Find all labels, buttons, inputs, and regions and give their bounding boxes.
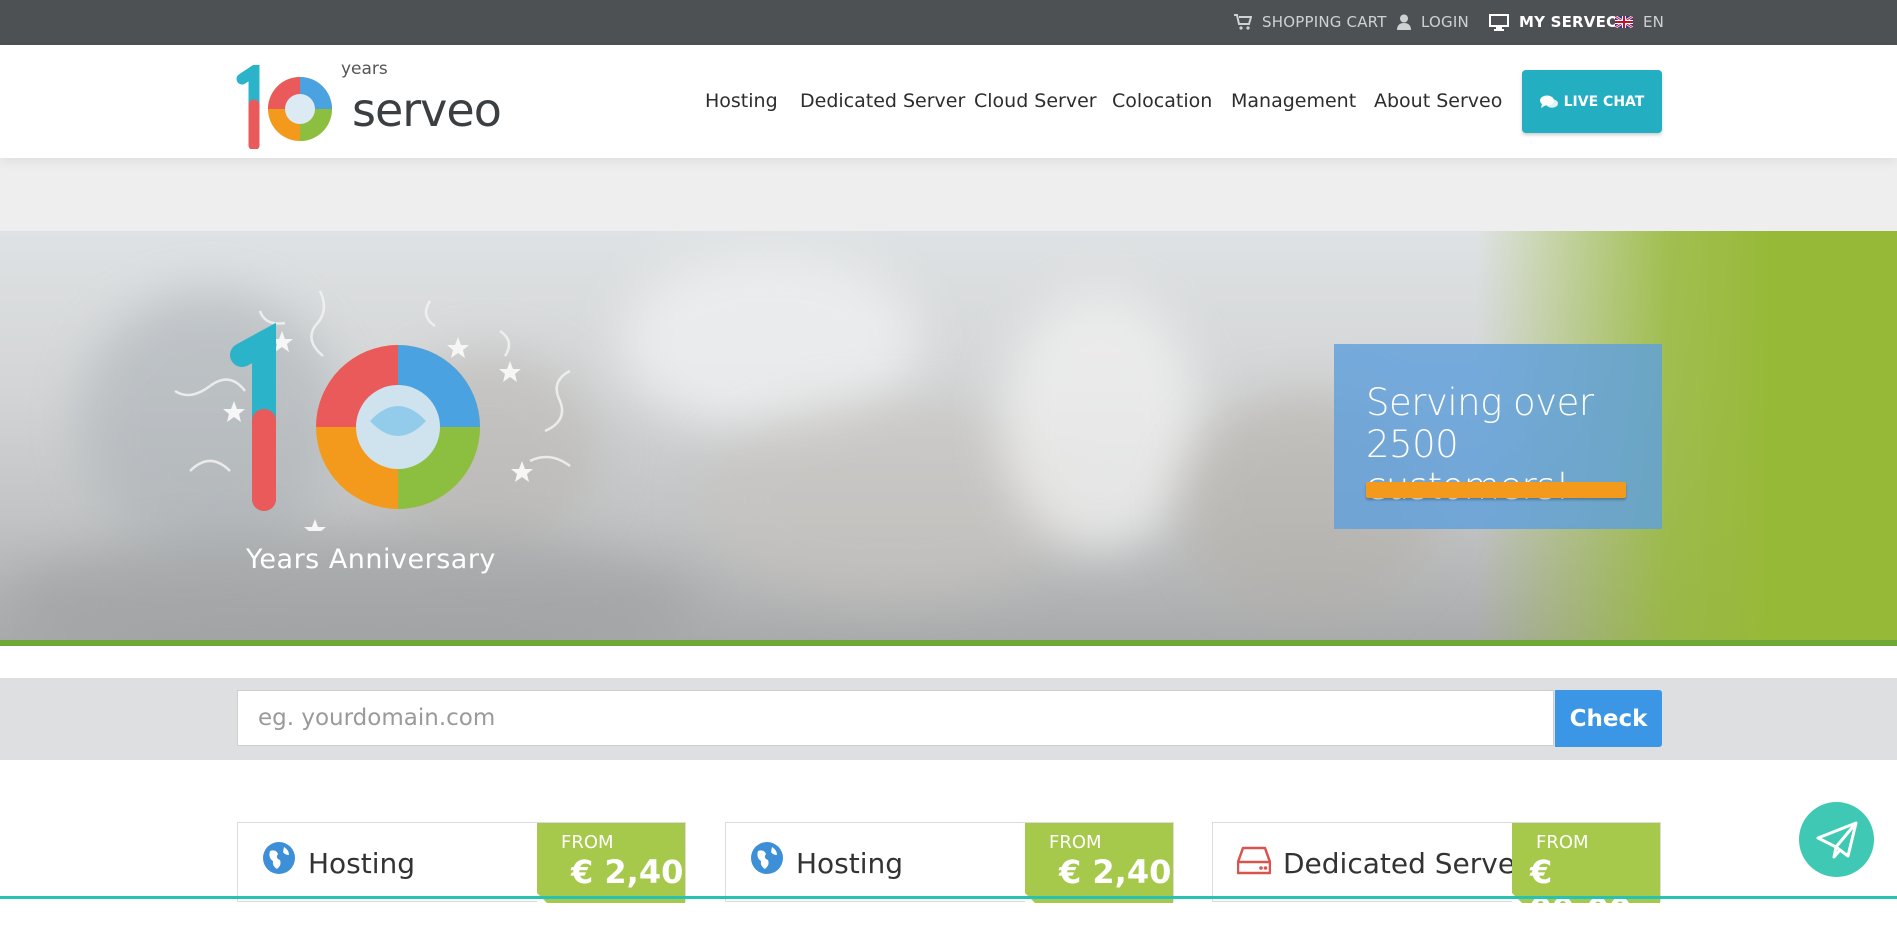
nav-colocation[interactable]: Colocation (1112, 90, 1212, 112)
nav-management[interactable]: Management (1231, 90, 1356, 112)
ten-years-logo-mark (236, 65, 332, 149)
domain-search-placeholder: eg. yourdomain.com (258, 705, 496, 731)
product-card-hosting[interactable]: Hosting FROM € 2,40 (237, 822, 686, 903)
nav-about-serveo[interactable]: About Serveo (1374, 90, 1502, 112)
check-domain-button[interactable]: Check (1555, 690, 1662, 747)
price-from-label: FROM (1536, 832, 1589, 853)
shopping-cart-link[interactable]: SHOPPING CART (1234, 13, 1387, 31)
cart-icon (1234, 14, 1252, 30)
card-title: Hosting (308, 847, 416, 880)
login-label: LOGIN (1421, 13, 1469, 31)
check-label: Check (1569, 705, 1648, 732)
globe-icon (751, 842, 783, 874)
card-title: Dedicated Server (1283, 847, 1527, 880)
paper-plane-icon (1816, 821, 1857, 858)
card-price-tag: FROM € 2,40 (537, 823, 685, 903)
my-serveo-label: MY SERVEO (1519, 13, 1620, 31)
chat-bubbles-icon (1539, 95, 1558, 108)
price-value: € 99,00 (1530, 853, 1632, 929)
language-selector[interactable]: EN (1615, 13, 1664, 31)
domain-search-input[interactable]: eg. yourdomain.com (237, 690, 1554, 746)
globe-icon (263, 842, 295, 874)
price-value: € 2,40 (571, 853, 684, 891)
card-title: Hosting (796, 847, 904, 880)
main-header: years serveo Hosting Dedicated Server Cl… (0, 45, 1897, 158)
price-from-label: FROM (1049, 832, 1102, 853)
promo-box: Serving over 2500 customers! (1334, 344, 1662, 529)
product-card-hosting-2[interactable]: Hosting FROM € 2,40 (725, 822, 1174, 903)
hero-bottom-stripe (0, 640, 1897, 646)
uk-flag-icon (1615, 16, 1633, 28)
user-icon (1397, 14, 1411, 30)
product-card-dedicated-server[interactable]: Dedicated Server FROM € 99,00 (1212, 822, 1661, 929)
price-value: € 2,40 (1059, 853, 1172, 891)
shopping-cart-label: SHOPPING CART (1262, 13, 1387, 31)
anniversary-logo-graphic (174, 290, 571, 531)
top-utility-bar: SHOPPING CART LOGIN MY SERVEO EN (0, 0, 1897, 45)
monitor-icon (1489, 13, 1509, 31)
live-chat-label: LIVE CHAT (1563, 93, 1645, 110)
promo-line-1: Serving over (1366, 381, 1594, 424)
my-serveo-link[interactable]: MY SERVEO (1489, 13, 1619, 31)
nav-hosting[interactable]: Hosting (705, 90, 778, 112)
language-label: EN (1643, 13, 1665, 31)
nav-dedicated-server[interactable]: Dedicated Server (800, 90, 965, 112)
anniversary-text: Years Anniversary (246, 544, 496, 575)
price-from-label: FROM (561, 832, 614, 853)
hard-drive-icon (1237, 846, 1271, 875)
live-chat-button[interactable]: LIVE CHAT (1522, 70, 1662, 133)
serveo-logo[interactable]: years serveo (236, 59, 502, 149)
promo-orange-bar (1366, 482, 1626, 498)
card-price-tag: FROM € 99,00 (1512, 823, 1660, 929)
nav-cloud-server[interactable]: Cloud Server (974, 90, 1097, 112)
contact-send-button[interactable] (1799, 802, 1874, 877)
header-spacer-band (0, 158, 1897, 231)
card-price-tag: FROM € 2,40 (1025, 823, 1173, 903)
logo-wordmark: serveo (352, 83, 502, 137)
logo-years-text: years (341, 59, 388, 79)
login-link[interactable]: LOGIN (1397, 13, 1469, 31)
